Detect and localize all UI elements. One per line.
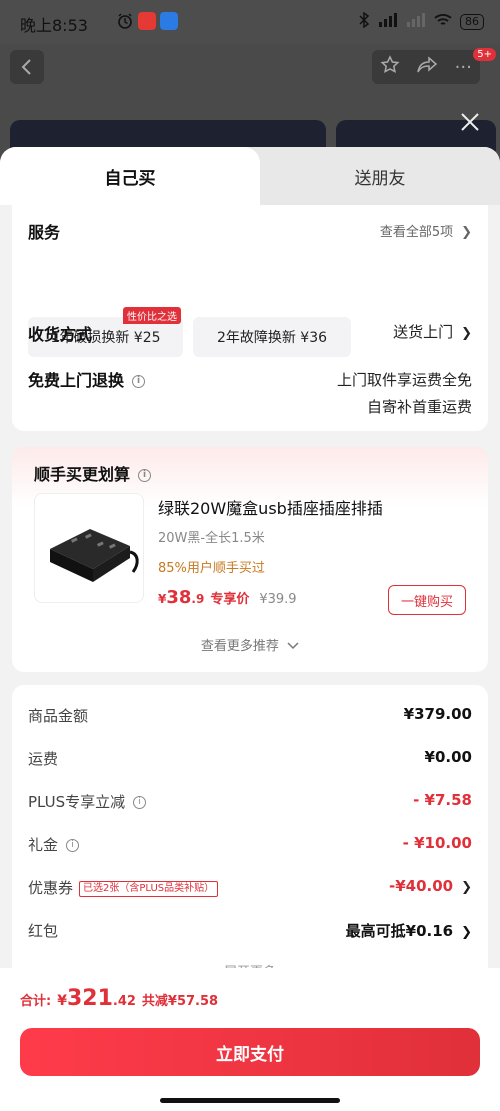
tab-gift[interactable]: 送朋友 (260, 147, 500, 205)
gift-money-label: 礼金 (28, 836, 59, 854)
one-click-buy-button[interactable]: 一键购买 (388, 585, 466, 615)
bluetooth-icon (358, 11, 370, 31)
signal-icon-2 (406, 13, 426, 30)
summary-value: 最高可抵¥0.16 ❯ (346, 920, 472, 941)
free-return-label: 免费上门退换 (28, 371, 125, 390)
view-all-services-link[interactable]: 查看全部5项 ❯ (380, 221, 472, 240)
status-time: 晚上8:53 (20, 16, 88, 35)
original-price: ¥39.9 (259, 592, 297, 607)
summary-row-coupon[interactable]: 优惠券 已选2张（含PLUS品类补贴） -¥40.00 ❯ (28, 877, 472, 901)
price-integer: 38 (166, 587, 192, 608)
summary-label: 优惠券 已选2张（含PLUS品类补贴） (28, 877, 219, 898)
summary-row-plus-discount: PLUS专享立减 i - ¥7.58 (28, 791, 472, 815)
total-decimal: .42 (112, 994, 136, 1009)
checkout-sheet: 自己买 送朋友 服务 查看全部5项 ❯ 1年破损换新 ¥25 性价比之选 2年故障… (0, 147, 500, 1111)
summary-value: - ¥10.00 (402, 834, 472, 852)
more-recommendations-link[interactable]: 查看更多推荐 (12, 635, 488, 654)
summary-row-shipping: 运费 ¥0.00 (28, 748, 472, 772)
more-icon[interactable]: ··· (455, 57, 472, 78)
info-icon[interactable]: i (133, 796, 147, 809)
product-title[interactable]: 绿联20W魔盒usb插座插座排插 (158, 495, 383, 519)
coupon-selected-tag: 已选2张（含PLUS品类补贴） (79, 880, 219, 897)
summary-row-gift-money: 礼金 i - ¥10.00 (28, 834, 472, 858)
tab-bar: 自己买 送朋友 (0, 147, 500, 205)
summary-label: 商品金额 (28, 707, 89, 725)
coupon-label: 优惠券 (28, 879, 74, 897)
recommend-title: 顺手买更划算 i (34, 461, 152, 485)
summary-label: PLUS专享立减 i (28, 791, 147, 812)
return-line-2: 自寄补首重运费 (366, 398, 472, 416)
service-title: 服务 (28, 223, 61, 242)
status-icons: 86 (358, 11, 484, 31)
battery-indicator: 86 (460, 13, 484, 30)
status-bar: 晚上8:53 86 (0, 0, 500, 44)
home-indicator[interactable] (160, 1098, 340, 1103)
value-pick-badge: 性价比之选 (123, 307, 181, 324)
tab-self-buy[interactable]: 自己买 (0, 147, 260, 205)
free-return-title: 免费上门退换 i (28, 367, 146, 391)
total-integer: 321 (66, 986, 113, 1011)
return-line-1: 上门取件享运费全免 (336, 371, 472, 389)
product-image[interactable] (34, 493, 144, 603)
product-popularity: 85%用户顺手买过 (158, 561, 265, 576)
product-spec: 20W黑-全长1.5米 (158, 531, 265, 546)
close-icon[interactable] (460, 112, 480, 136)
pay-now-button[interactable]: 立即支付 (20, 1028, 480, 1076)
star-icon[interactable] (380, 55, 400, 79)
notification-badge: 5+ (473, 48, 496, 61)
more-recommendations-label: 查看更多推荐 (200, 639, 279, 654)
summary-value: ¥0.00 (424, 748, 472, 766)
bottom-pay-bar: 合计: ¥321.42 共减¥57.58 立即支付 (0, 968, 500, 1111)
top-actions: ··· (372, 50, 480, 84)
delivery-title: 收货方式 (28, 325, 93, 344)
app-notification-icon (138, 12, 156, 30)
summary-label: 红包 (28, 922, 59, 940)
order-total: 合计: ¥321.42 共减¥57.58 (20, 986, 218, 1011)
chevron-right-icon: ❯ (461, 925, 472, 940)
summary-label: 礼金 i (28, 834, 80, 855)
info-icon[interactable]: i (132, 375, 146, 388)
share-icon[interactable] (416, 55, 438, 79)
plus-discount-label: PLUS专享立减 (28, 793, 126, 811)
service-option-label: 2年故障换新 ¥36 (216, 330, 328, 346)
summary-label: 运费 (28, 750, 59, 768)
summary-row-subtotal: 商品金额 ¥379.00 (28, 705, 472, 729)
signal-icon (378, 13, 398, 30)
summary-value: - ¥7.58 (413, 791, 472, 809)
price-decimal: .9 (191, 592, 205, 606)
service-card: 服务 查看全部5项 ❯ 1年破损换新 ¥25 性价比之选 2年故障换新 ¥36 收… (12, 205, 488, 431)
red-packet-value: 最高可抵¥0.16 (345, 922, 454, 940)
view-all-services-label: 查看全部5项 (379, 225, 454, 240)
info-icon[interactable]: i (138, 469, 152, 482)
summary-value: -¥40.00 ❯ (389, 877, 472, 895)
price-label: 专享价 (210, 592, 250, 607)
price-summary-card: 商品金额 ¥379.00 运费 ¥0.00 PLUS专享立减 i - ¥7.58 … (12, 685, 488, 985)
recommend-card: 顺手买更划算 i 绿联20W魔盒usb插座插座排插 20W黑-全长1.5米 85%… (12, 447, 488, 672)
coupon-value: -¥40.00 (388, 877, 454, 895)
recommend-title-label: 顺手买更划算 (34, 465, 131, 484)
product-price: ¥38.9 专享价 ¥39.9 (158, 587, 297, 608)
service-option-2[interactable]: 2年故障换新 ¥36 (193, 317, 351, 357)
chevron-down-icon (287, 642, 299, 650)
summary-row-red-packet[interactable]: 红包 最高可抵¥0.16 ❯ (28, 920, 472, 944)
alarm-icon (116, 12, 134, 30)
free-return-detail: 上门取件享运费全免 自寄补首重运费 (337, 367, 472, 421)
delivery-selector[interactable]: 送货上门 ❯ (393, 321, 472, 342)
total-currency: ¥ (57, 993, 67, 1009)
total-saved: 共减¥57.58 (141, 994, 219, 1009)
chevron-right-icon: ❯ (461, 225, 472, 240)
delivery-value: 送货上门 (393, 323, 454, 341)
chevron-right-icon: ❯ (461, 326, 472, 341)
app-notification-icon-2 (160, 12, 178, 30)
wifi-icon (434, 13, 452, 30)
info-icon[interactable]: i (66, 839, 80, 852)
chevron-left-icon (21, 59, 31, 75)
summary-value: ¥379.00 (403, 705, 472, 723)
back-button[interactable] (10, 50, 44, 84)
chevron-right-icon: ❯ (461, 880, 472, 895)
total-label: 合计: (20, 994, 52, 1009)
